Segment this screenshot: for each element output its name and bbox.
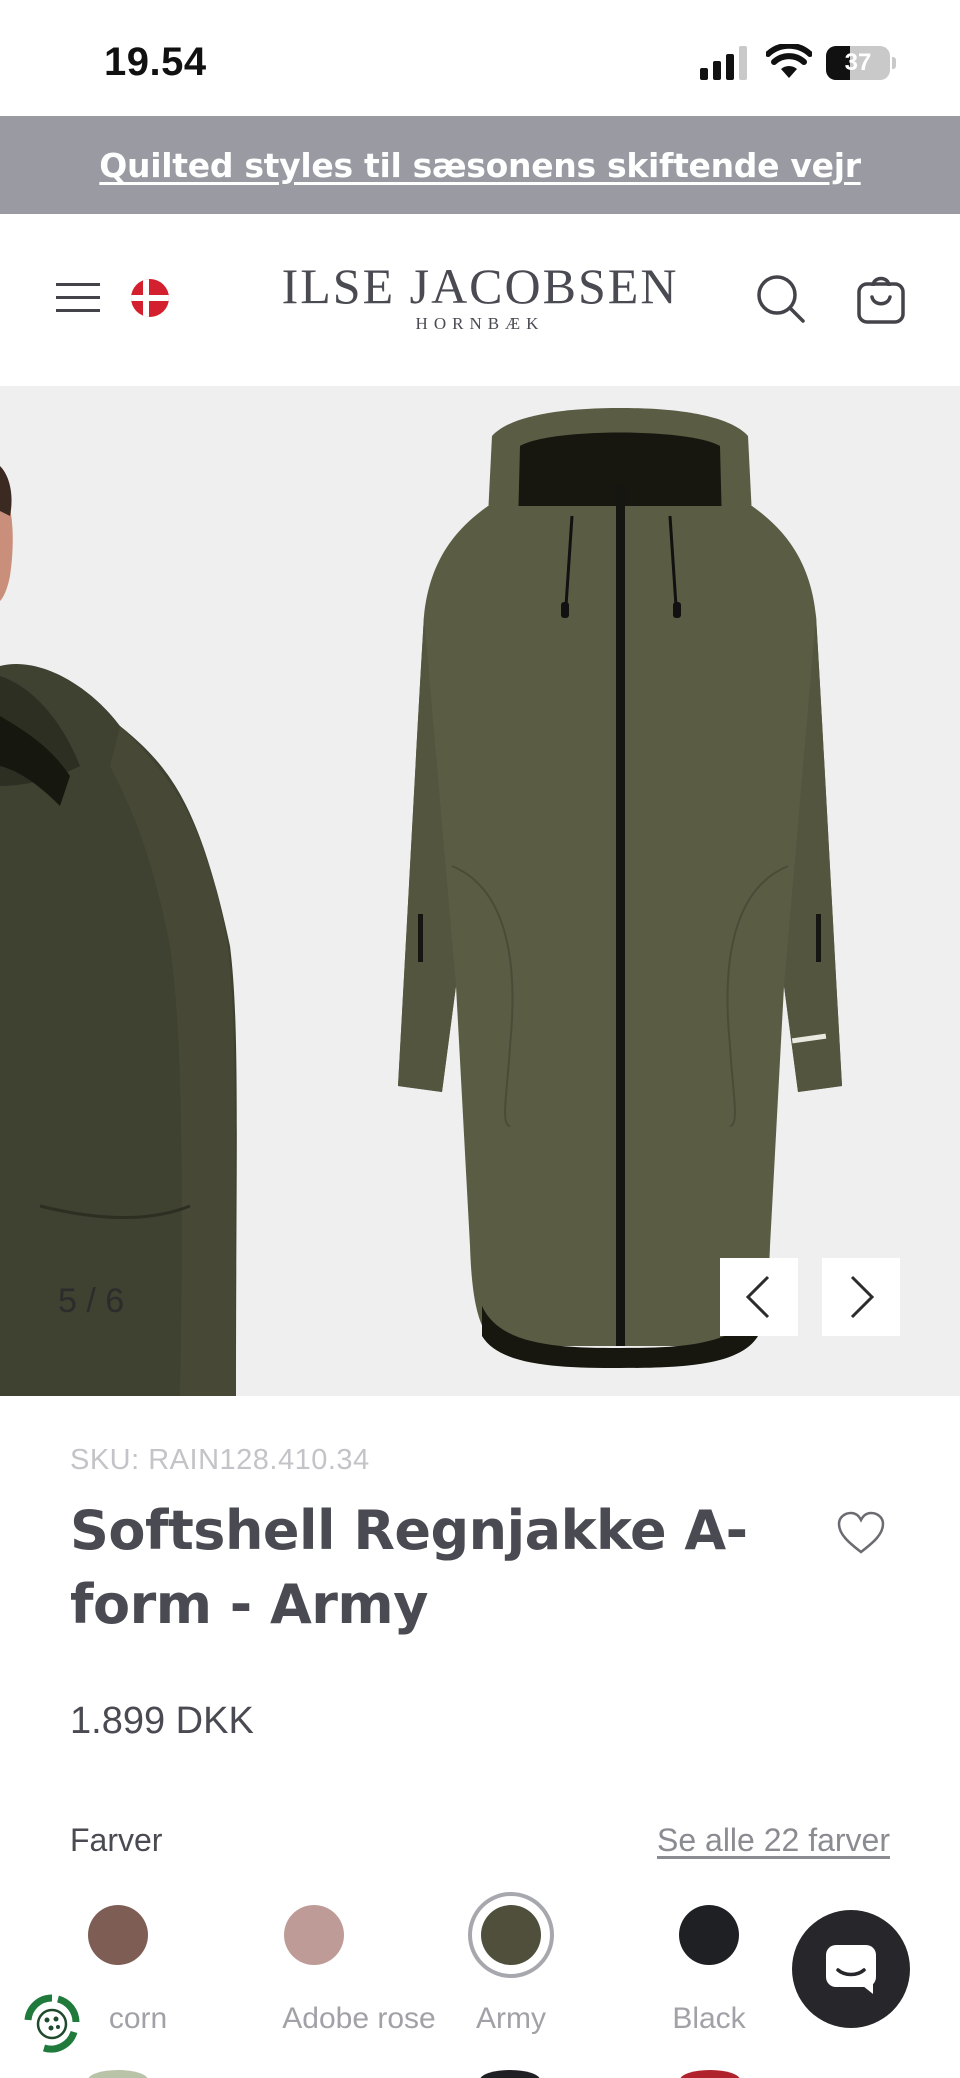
chat-bubble-icon <box>826 1945 876 1994</box>
logo-subline: HORNBÆK <box>415 314 545 333</box>
swatch-label-army: Army <box>476 2002 546 2035</box>
chevron-right-icon <box>850 1275 875 1319</box>
color-swatch-army[interactable] <box>468 1892 554 1978</box>
product-image-gallery[interactable]: 5 / 6 <box>0 386 960 1396</box>
product-sku: SKU: RAIN128.410.34 <box>70 1444 370 1476</box>
announcement-bar: Quilted styles til sæsonens skiftende ve… <box>0 116 960 214</box>
announcement-link[interactable]: Quilted styles til sæsonens skiftende ve… <box>99 146 861 185</box>
gallery-next-button[interactable] <box>822 1258 900 1336</box>
logo-wordmark: ILSE JACOBSEN <box>281 258 679 314</box>
swatch-label-adobe-rose: Adobe rose <box>282 2002 436 2035</box>
product-image-packshot <box>360 386 880 1396</box>
battery-level: 37 <box>844 49 872 76</box>
color-swatch-peek <box>88 2070 148 2078</box>
hamburger-menu-icon[interactable] <box>56 282 100 314</box>
status-time: 19.54 <box>104 40 207 84</box>
status-bar: 19.54 37 <box>0 0 960 116</box>
color-swatch-corn[interactable] <box>75 1892 161 1978</box>
wifi-icon <box>766 44 812 78</box>
wishlist-heart-icon[interactable] <box>836 1510 886 1556</box>
product-title: Softshell Regnjakke A-form - Army <box>70 1499 748 1636</box>
chevron-left-icon <box>745 1275 770 1319</box>
product-price: 1.899 DKK <box>70 1700 254 1742</box>
recycle-badge-icon[interactable] <box>18 1990 86 2058</box>
color-swatch-black[interactable] <box>666 1892 752 1978</box>
cellular-signal-icon <box>700 46 747 80</box>
colors-label: Farver <box>70 1822 163 1858</box>
color-swatch-adobe-rose[interactable] <box>271 1892 357 1978</box>
chat-button[interactable] <box>792 1910 910 2028</box>
color-swatch-peek <box>480 2070 540 2078</box>
search-icon[interactable] <box>756 274 806 324</box>
slide-counter: 5 / 6 <box>58 1282 125 1320</box>
denmark-flag-icon[interactable] <box>130 278 170 318</box>
brand-logo[interactable]: ILSE JACOBSEN HORNBÆK <box>270 260 690 334</box>
color-swatch-peek <box>680 2070 740 2078</box>
battery-icon: 37 <box>826 46 896 80</box>
see-all-colors-link[interactable]: Se alle 22 farver <box>657 1822 890 1859</box>
swatch-label-black: Black <box>672 2002 746 2035</box>
swatch-label-corn: corn <box>108 2002 168 2035</box>
gallery-previous-button[interactable] <box>720 1258 798 1336</box>
product-image-model <box>0 386 240 1396</box>
shopping-bag-icon[interactable] <box>856 272 906 324</box>
